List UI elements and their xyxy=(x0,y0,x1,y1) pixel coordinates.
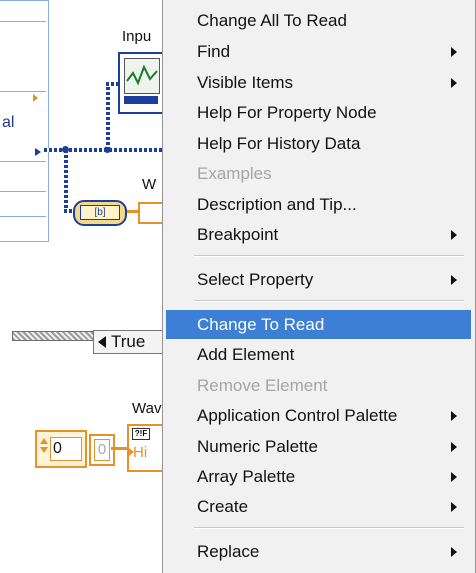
menu-item-help-for-history-data[interactable]: Help For History Data xyxy=(166,129,471,158)
submenu-arrow-icon xyxy=(451,502,457,512)
menu-item-description-and-tip[interactable]: Description and Tip... xyxy=(166,190,471,219)
menu-item-label: Create xyxy=(197,497,249,516)
case-selector-label: True xyxy=(111,332,146,351)
submenu-arrow-icon xyxy=(451,230,457,240)
increment-icon[interactable] xyxy=(40,438,48,444)
menu-item-change-to-read[interactable]: Change To Read xyxy=(166,310,471,339)
menu-separator xyxy=(194,255,464,257)
menu-item-label: Visible Items xyxy=(197,73,294,92)
numeric-value[interactable]: 0 xyxy=(50,437,82,461)
case-structure-border[interactable] xyxy=(12,331,94,341)
numeric-spinner[interactable] xyxy=(40,435,48,461)
menu-item-breakpoint[interactable]: Breakpoint xyxy=(166,220,471,249)
menu-item-label: Find xyxy=(197,42,231,61)
waveform-graph-terminal[interactable] xyxy=(118,52,166,114)
menu-item-label: Change To Read xyxy=(197,315,325,334)
menu-item-remove-element: Remove Element xyxy=(166,371,471,400)
menu-item-select-property[interactable]: Select Property xyxy=(166,265,471,294)
menu-item-label: Description and Tip... xyxy=(197,195,357,214)
decrement-icon[interactable] xyxy=(40,447,48,453)
case-selector[interactable]: True xyxy=(93,330,165,354)
menu-separator xyxy=(194,527,464,529)
history-label: Hi xyxy=(133,444,148,461)
menu-item-label: Change All To Read xyxy=(197,11,347,30)
cluster-wire-branch[interactable] xyxy=(64,150,68,212)
index-wire[interactable] xyxy=(111,447,127,450)
menu-item-label: Add Element xyxy=(197,345,295,364)
submenu-arrow-icon xyxy=(451,442,457,452)
menu-item-array-palette[interactable]: Array Palette xyxy=(166,462,471,491)
index-constant[interactable]: 0 xyxy=(89,434,115,466)
cluster-row xyxy=(0,191,46,192)
input-label: Inpu xyxy=(122,28,152,45)
cluster-output-icon xyxy=(35,148,41,156)
submenu-arrow-icon xyxy=(451,547,457,557)
graph-wire[interactable] xyxy=(106,82,110,150)
menu-item-visible-items[interactable]: Visible Items xyxy=(166,68,471,97)
submenu-arrow-icon xyxy=(451,275,457,285)
menu-item-find[interactable]: Find xyxy=(166,37,471,66)
graph-icon xyxy=(124,58,160,94)
menu-separator xyxy=(194,300,464,302)
menu-item-application-control-palette[interactable]: Application Control Palette xyxy=(166,401,471,430)
menu-item-add-element[interactable]: Add Element xyxy=(166,340,471,369)
cluster-row xyxy=(0,21,46,22)
cluster-label: al xyxy=(2,114,15,131)
cluster-row xyxy=(0,216,46,217)
unbundle-node[interactable]: [b] xyxy=(73,200,127,226)
menu-item-label: Select Property xyxy=(197,270,314,289)
menu-item-label: Replace xyxy=(197,542,260,561)
cluster-row xyxy=(0,161,46,162)
cluster-terminal-icon xyxy=(33,94,38,102)
menu-item-label: Help For History Data xyxy=(197,134,361,153)
case-prev-icon[interactable] xyxy=(98,336,106,348)
submenu-arrow-icon xyxy=(451,472,457,482)
menu-item-label: Remove Element xyxy=(197,376,328,395)
menu-item-replace[interactable]: Replace xyxy=(166,537,471,566)
unbundle-icon: [b] xyxy=(80,205,120,220)
submenu-arrow-icon xyxy=(451,78,457,88)
index-value[interactable]: 0 xyxy=(94,439,110,461)
graph-terminal-foot xyxy=(124,96,158,104)
submenu-arrow-icon xyxy=(451,411,457,421)
menu-item-change-all-to-read[interactable]: Change All To Read xyxy=(166,6,471,35)
history-tf-icon: ?!F xyxy=(132,428,150,440)
menu-item-create[interactable]: Create xyxy=(166,492,471,521)
menu-item-label: Application Control Palette xyxy=(197,406,398,425)
menu-item-label: Breakpoint xyxy=(197,225,279,244)
cluster-row xyxy=(0,91,46,92)
numeric-constant[interactable]: 0 xyxy=(35,430,87,468)
menu-item-help-for-property-node[interactable]: Help For Property Node xyxy=(166,98,471,127)
wa-label-bottom: Wav xyxy=(132,400,162,417)
menu-item-label: Array Palette xyxy=(197,467,296,486)
menu-item-label: Numeric Palette xyxy=(197,437,318,456)
menu-item-label: Examples xyxy=(197,164,272,183)
submenu-arrow-icon xyxy=(451,47,457,57)
wa-label-top: W xyxy=(142,176,157,193)
context-menu: Change All To Read Find Visible Items He… xyxy=(162,0,476,573)
menu-item-examples: Examples xyxy=(166,159,471,188)
menu-item-numeric-palette[interactable]: Numeric Palette xyxy=(166,432,471,461)
menu-item-label: Help For Property Node xyxy=(197,103,377,122)
